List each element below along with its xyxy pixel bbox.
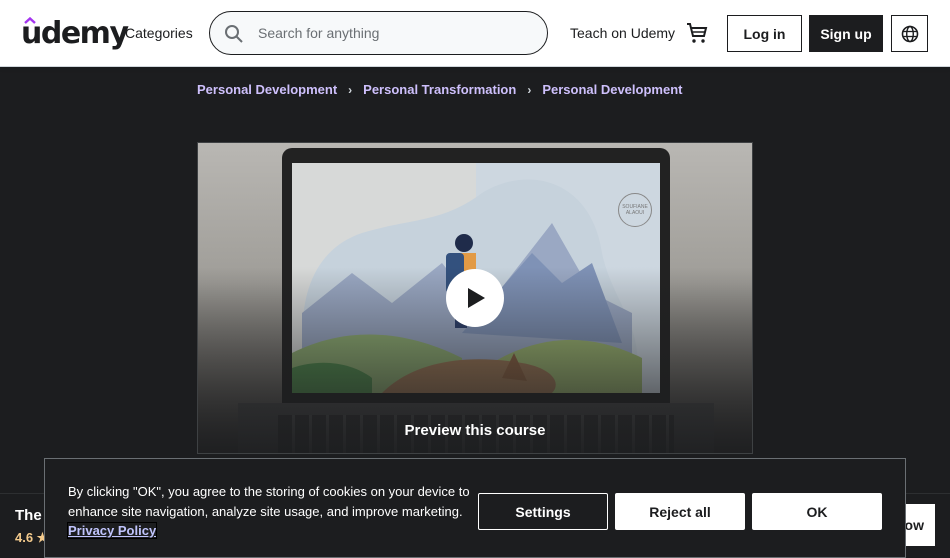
play-button[interactable] bbox=[446, 269, 504, 327]
chevron-right-icon: › bbox=[527, 82, 532, 97]
cookie-consent-banner: By clicking "OK", you agree to the stori… bbox=[44, 458, 906, 558]
play-icon bbox=[468, 288, 485, 308]
login-button[interactable]: Log in bbox=[727, 15, 802, 52]
udemy-logo[interactable]: udemy bbox=[21, 14, 129, 51]
cookie-message-text: By clicking "OK", you agree to the stori… bbox=[68, 484, 470, 519]
breadcrumb-item[interactable]: Personal Development bbox=[197, 82, 337, 97]
course-preview-video[interactable]: SOUFIANE ALAOUI Preview this course bbox=[197, 142, 753, 454]
privacy-policy-link[interactable]: Privacy Policy bbox=[66, 522, 158, 539]
signup-button[interactable]: Sign up bbox=[809, 15, 883, 52]
cart-icon[interactable] bbox=[685, 21, 709, 45]
language-button[interactable] bbox=[891, 15, 928, 52]
breadcrumb-item[interactable]: Personal Development bbox=[542, 82, 682, 97]
cookie-message: By clicking "OK", you agree to the stori… bbox=[66, 482, 478, 541]
search-icon[interactable] bbox=[224, 24, 244, 44]
teach-on-udemy-link[interactable]: Teach on Udemy bbox=[570, 25, 675, 41]
breadcrumb: Personal Development › Personal Transfor… bbox=[197, 82, 682, 97]
logo-text: udemy bbox=[21, 16, 129, 51]
reject-all-button[interactable]: Reject all bbox=[615, 493, 745, 530]
top-navigation-bar: udemy Categories Teach on Udemy Log in S… bbox=[0, 0, 950, 67]
cookie-settings-button[interactable]: Settings bbox=[478, 493, 608, 530]
chevron-right-icon: › bbox=[348, 82, 353, 97]
breadcrumb-item[interactable]: Personal Transformation bbox=[363, 82, 516, 97]
search-bar bbox=[209, 11, 548, 55]
categories-menu[interactable]: Categories bbox=[125, 25, 193, 41]
globe-icon bbox=[901, 25, 918, 42]
preview-course-label[interactable]: Preview this course bbox=[198, 422, 752, 439]
course-title: The bbox=[15, 507, 42, 524]
ok-button[interactable]: OK bbox=[752, 493, 882, 530]
search-input[interactable] bbox=[258, 22, 528, 44]
